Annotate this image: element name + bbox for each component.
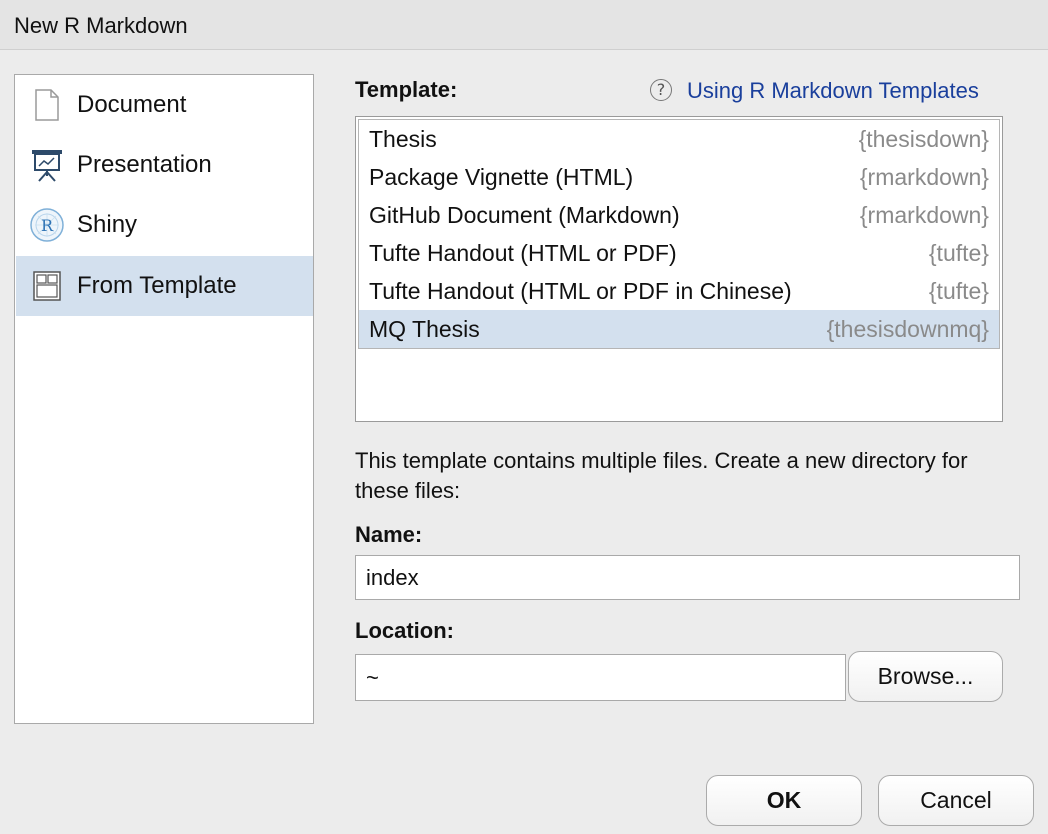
location-input[interactable]	[355, 654, 846, 701]
template-description: This template contains multiple files. C…	[355, 448, 968, 503]
svg-text:R: R	[41, 216, 54, 235]
ok-button[interactable]: OK	[706, 775, 862, 826]
presentation-icon	[29, 147, 65, 183]
template-name: Tufte Handout (HTML or PDF in Chinese)	[369, 278, 792, 304]
template-package: {rmarkdown}	[859, 164, 989, 190]
sidebar-item-shiny[interactable]: R Shiny	[16, 195, 313, 255]
template-list[interactable]: Thesis {thesisdown} Package Vignette (HT…	[355, 116, 1003, 422]
sidebar-item-presentation[interactable]: Presentation	[16, 135, 313, 195]
template-package: {thesisdown}	[858, 126, 989, 152]
template-icon	[29, 268, 65, 304]
browse-button[interactable]: Browse...	[848, 651, 1003, 702]
sidebar-item-label: Document	[77, 91, 187, 118]
title-bar: New R Markdown	[0, 0, 1048, 50]
name-input[interactable]	[355, 555, 1020, 600]
shiny-icon: R	[29, 207, 65, 243]
sidebar-item-from-template[interactable]: From Template	[16, 256, 313, 316]
cancel-button[interactable]: Cancel	[878, 775, 1034, 826]
sidebar-item-label: Shiny	[77, 211, 138, 238]
template-row-mq-thesis[interactable]: MQ Thesis {thesisdownmq}	[359, 310, 999, 348]
template-row-tufte-handout-chinese[interactable]: Tufte Handout (HTML or PDF in Chinese) {…	[359, 272, 999, 310]
template-package: {tufte}	[928, 240, 989, 266]
help-link-text[interactable]: Using R Markdown Templates	[687, 78, 979, 104]
document-icon	[29, 87, 65, 123]
template-name: MQ Thesis	[369, 316, 480, 342]
template-row-package-vignette[interactable]: Package Vignette (HTML) {rmarkdown}	[359, 158, 999, 196]
template-package: {thesisdownmq}	[826, 316, 989, 342]
template-name: Package Vignette (HTML)	[369, 164, 634, 190]
window-title: New R Markdown	[14, 13, 188, 38]
sidebar-item-label: From Template	[77, 272, 237, 299]
template-package: {rmarkdown}	[859, 202, 989, 228]
template-name: Tufte Handout (HTML or PDF)	[369, 240, 677, 266]
template-heading: Template:	[355, 77, 458, 102]
help-question-icon: ?	[650, 79, 672, 101]
name-label: Name:	[355, 522, 423, 547]
template-row-thesis[interactable]: Thesis {thesisdown}	[359, 120, 999, 158]
template-name: GitHub Document (Markdown)	[369, 202, 680, 228]
sidebar-item-document[interactable]: Document	[16, 75, 313, 135]
template-row-tufte-handout[interactable]: Tufte Handout (HTML or PDF) {tufte}	[359, 234, 999, 272]
document-type-sidebar: Document Presentation R Shiny From Templ…	[14, 74, 314, 724]
location-label: Location:	[355, 618, 454, 643]
template-list-items: Thesis {thesisdown} Package Vignette (HT…	[358, 119, 1000, 349]
template-row-github-document[interactable]: GitHub Document (Markdown) {rmarkdown}	[359, 196, 999, 234]
template-name: Thesis	[369, 126, 437, 152]
template-package: {tufte}	[928, 278, 989, 304]
sidebar-item-label: Presentation	[77, 151, 212, 178]
